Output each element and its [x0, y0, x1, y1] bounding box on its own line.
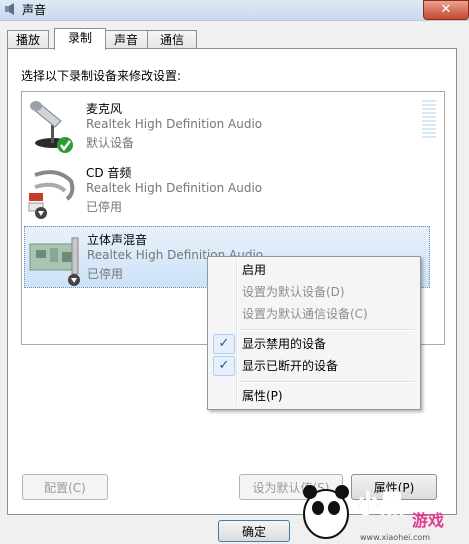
device-status: 已停用 — [87, 267, 124, 281]
menu-item-label: 显示禁用的设备 — [242, 337, 327, 351]
checkmark-icon: ✓ — [213, 334, 235, 354]
tab-communications[interactable]: 通信 — [147, 30, 197, 49]
rca-cable-icon — [28, 170, 75, 219]
device-item-microphone[interactable]: 麦克风 Realtek High Definition Audio 默认设备 — [24, 96, 430, 158]
menu-item-set-default-device[interactable]: 设置为默认设备(D) — [210, 281, 416, 303]
ok-button[interactable]: 确定 — [218, 520, 290, 542]
default-check-icon — [57, 137, 73, 153]
menu-item-label: 显示已断开的设备 — [242, 359, 339, 373]
speaker-icon — [5, 3, 14, 15]
instruction-text: 选择以下录制设备来修改设置: — [21, 69, 182, 83]
device-status: 已停用 — [86, 200, 123, 214]
sound-card-icon — [29, 237, 80, 286]
tab-sounds[interactable]: 声音 — [103, 30, 149, 49]
menu-item-label: 设置为默认通信设备(C) — [242, 307, 368, 321]
menu-item-label: 启用 — [242, 263, 267, 277]
svg-text:游戏: 游戏 — [412, 511, 444, 530]
close-button[interactable]: ✕ — [423, 0, 469, 20]
close-icon: ✕ — [440, 2, 452, 17]
device-name: 立体声混音 — [87, 233, 148, 247]
menu-item-label: 设置为默认设备(D) — [242, 285, 345, 299]
tab-playback[interactable]: 播放 — [7, 30, 49, 49]
list-scrollbar[interactable] — [422, 100, 436, 140]
checkmark-icon: ✓ — [213, 356, 235, 376]
device-name: 麦克风 — [86, 102, 123, 116]
svg-text:小黑: 小黑 — [356, 490, 404, 518]
menu-separator — [240, 381, 414, 383]
context-menu: 启用 设置为默认设备(D) 设置为默认通信设备(C) ✓ 显示禁用的设备 ✓ 显… — [207, 256, 421, 410]
device-item-cd-audio[interactable]: CD 音频 Realtek High Definition Audio 已停用 — [24, 160, 430, 222]
menu-item-show-disconnected[interactable]: ✓ 显示已断开的设备 — [210, 355, 416, 377]
device-description: Realtek High Definition Audio — [86, 181, 263, 195]
menu-item-enable[interactable]: 启用 — [210, 259, 416, 281]
microphone-icon — [30, 101, 73, 153]
menu-item-label: 属性(P) — [242, 389, 283, 403]
menu-item-properties[interactable]: 属性(P) — [210, 385, 416, 407]
menu-separator — [240, 329, 414, 331]
window-title: 声音 — [22, 3, 47, 17]
device-status: 默认设备 — [86, 136, 135, 150]
title-bar: 声音 ✕ — [0, 0, 469, 21]
tab-recording[interactable]: 录制 — [54, 28, 106, 50]
menu-item-show-disabled[interactable]: ✓ 显示禁用的设备 — [210, 333, 416, 355]
device-name: CD 音频 — [86, 166, 132, 180]
watermark-logo: 小黑 游戏 www.xiaohei.com — [303, 485, 444, 542]
svg-text:www.xiaohei.com: www.xiaohei.com — [360, 533, 430, 542]
configure-button[interactable]: 配置(C) — [22, 474, 108, 500]
menu-item-set-default-comm-device[interactable]: 设置为默认通信设备(C) — [210, 303, 416, 325]
device-description: Realtek High Definition Audio — [86, 117, 263, 131]
